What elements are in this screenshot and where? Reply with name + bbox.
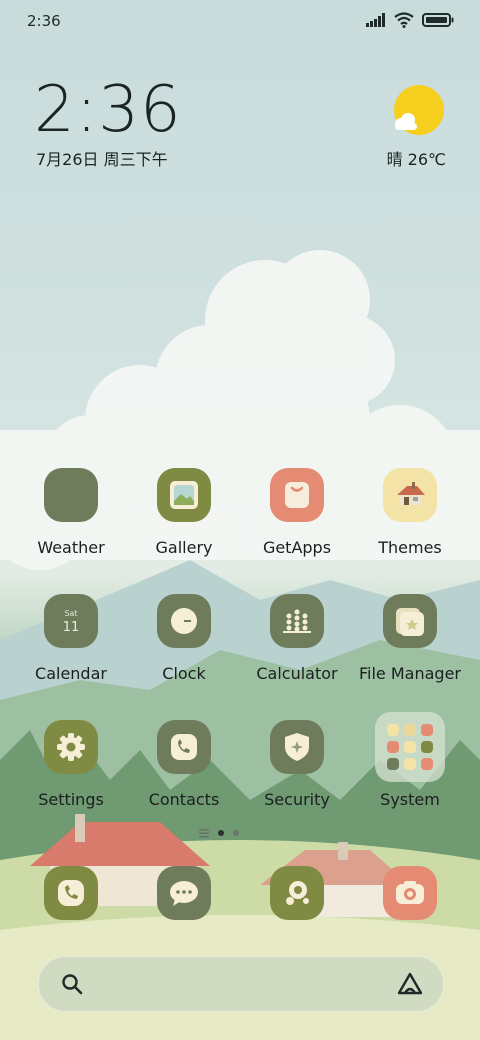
- app-security[interactable]: Security: [242, 720, 352, 809]
- calculator-icon: [270, 594, 324, 648]
- sunny-icon: [394, 85, 444, 135]
- system-folder-icon: [375, 712, 445, 782]
- app-label: Calculator: [256, 664, 338, 683]
- signal-icon: [366, 13, 385, 27]
- menu-lines-icon: [199, 829, 209, 838]
- calendar-icon-date: 11: [62, 620, 80, 635]
- weather-temperature: 26℃: [407, 150, 446, 169]
- app-weather[interactable]: Weather: [16, 468, 126, 557]
- app-label: Calendar: [35, 664, 107, 683]
- file-manager-icon: [383, 594, 437, 648]
- app-clock[interactable]: Clock: [129, 594, 239, 683]
- app-label: Contacts: [148, 790, 220, 809]
- camera-icon[interactable]: [383, 866, 437, 920]
- weather-widget[interactable]: [388, 84, 446, 144]
- home-screen: 2:36 2:36 7月26日 周三下午 晴 26℃ Weather Galle…: [0, 0, 480, 1040]
- app-label: Weather: [37, 538, 105, 557]
- weather-condition: 晴: [386, 150, 403, 169]
- gallery-icon: [157, 468, 211, 522]
- clock-widget-date: 7月26日 周三下午: [36, 150, 168, 169]
- phone-icon[interactable]: [44, 866, 98, 920]
- app-label: System: [380, 790, 440, 809]
- app-calculator[interactable]: Calculator: [242, 594, 352, 683]
- browser-icon[interactable]: [270, 866, 324, 920]
- battery-icon: [422, 13, 454, 27]
- app-label: Clock: [162, 664, 206, 683]
- clock-icon: [157, 594, 211, 648]
- app-label: Themes: [378, 538, 442, 557]
- app-label: File Manager: [359, 664, 461, 683]
- messages-icon[interactable]: [157, 866, 211, 920]
- app-system-folder[interactable]: System: [355, 712, 465, 809]
- status-icons: [366, 12, 454, 28]
- calendar-icon: Sat 11: [44, 594, 98, 648]
- app-label: Gallery: [155, 538, 213, 557]
- contacts-icon: [157, 720, 211, 774]
- weather-text: 晴 26℃: [387, 146, 446, 170]
- status-bar: 2:36: [0, 0, 480, 44]
- app-calendar[interactable]: Sat 11 Calendar: [16, 594, 126, 683]
- getapps-icon: [270, 468, 324, 522]
- calendar-icon-day: Sat: [64, 609, 78, 618]
- app-label: Settings: [38, 790, 104, 809]
- settings-icon: [44, 720, 98, 774]
- wifi-icon: [394, 12, 414, 28]
- app-label: GetApps: [262, 538, 332, 557]
- app-contacts[interactable]: Contacts: [129, 720, 239, 809]
- weather-app-icon: [44, 468, 98, 522]
- app-settings[interactable]: Settings: [16, 720, 126, 809]
- page-dot-active: [218, 830, 224, 836]
- search-icon[interactable]: [61, 973, 83, 995]
- app-file-manager[interactable]: File Manager: [355, 594, 465, 683]
- app-label: Security: [264, 790, 330, 809]
- page-dot: [233, 830, 239, 836]
- security-icon: [270, 720, 324, 774]
- search-bar[interactable]: [38, 956, 444, 1012]
- clock-widget-time[interactable]: 2:36: [34, 78, 182, 142]
- app-themes[interactable]: Themes: [355, 468, 465, 557]
- app-gallery[interactable]: Gallery: [129, 468, 239, 557]
- assistant-icon[interactable]: [397, 972, 423, 996]
- app-getapps[interactable]: GetApps: [242, 468, 352, 557]
- themes-icon: [383, 468, 437, 522]
- page-indicator[interactable]: [199, 828, 239, 838]
- status-time: 2:36: [27, 12, 61, 30]
